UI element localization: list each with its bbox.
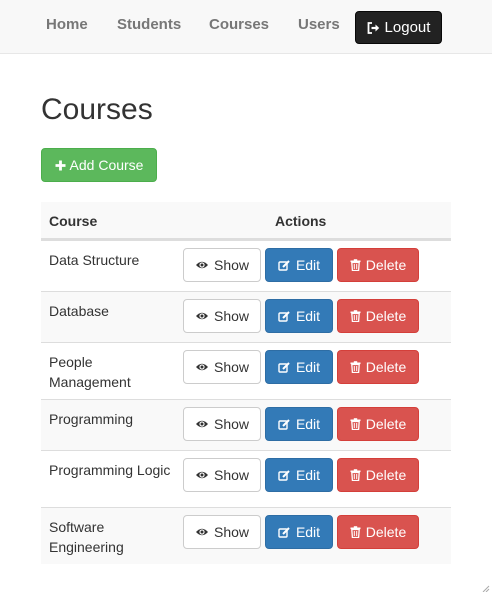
edit-label: Edit — [295, 467, 321, 483]
edit-icon — [278, 259, 291, 272]
show-label: Show — [213, 416, 250, 432]
delete-label: Delete — [365, 308, 407, 324]
show-label: Show — [213, 524, 250, 540]
delete-label: Delete — [365, 467, 407, 483]
edit-icon — [278, 361, 291, 374]
edit-button[interactable]: Edit — [265, 299, 333, 333]
nav-link-users[interactable]: Users — [298, 16, 340, 33]
trash-icon — [350, 526, 361, 538]
page-title: Courses — [41, 93, 153, 126]
show-button[interactable]: Show — [183, 407, 261, 441]
show-button[interactable]: Show — [183, 458, 261, 492]
course-name: Software Engineering — [49, 519, 124, 555]
edit-label: Edit — [295, 416, 321, 432]
show-label: Show — [213, 467, 250, 483]
edit-button[interactable]: Edit — [265, 407, 333, 441]
edit-icon — [278, 526, 291, 539]
course-name: Data Structure — [49, 252, 140, 268]
edit-button[interactable]: Edit — [265, 458, 333, 492]
edit-label: Edit — [295, 359, 321, 375]
table-row: Software Engineering Show Edit Delete — [41, 507, 451, 564]
table-row: Data Structure Show Edit Delete — [41, 240, 451, 291]
edit-label: Edit — [295, 524, 321, 540]
delete-button[interactable]: Delete — [337, 248, 419, 282]
nav-link-students[interactable]: Students — [117, 16, 181, 33]
eye-icon — [195, 260, 209, 270]
delete-label: Delete — [365, 359, 407, 375]
logout-button[interactable]: Logout — [355, 11, 442, 44]
eye-icon — [195, 362, 209, 372]
table-row: People Management Show Edit Delete — [41, 342, 451, 399]
edit-icon — [278, 310, 291, 323]
show-label: Show — [213, 257, 250, 273]
course-name: Programming Logic — [49, 462, 171, 478]
edit-icon — [278, 469, 291, 482]
logout-icon — [367, 21, 380, 34]
show-label: Show — [213, 308, 250, 324]
nav-link-home[interactable]: Home — [46, 16, 88, 33]
plus-icon — [55, 160, 66, 171]
delete-label: Delete — [365, 524, 407, 540]
edit-button[interactable]: Edit — [265, 515, 333, 549]
course-name: Database — [49, 303, 109, 319]
eye-icon — [195, 470, 209, 480]
nav-link-courses[interactable]: Courses — [209, 16, 269, 33]
trash-icon — [350, 418, 361, 430]
table-row: Database Show Edit Delete — [41, 291, 451, 342]
trash-icon — [350, 361, 361, 373]
trash-icon — [350, 310, 361, 322]
delete-button[interactable]: Delete — [337, 407, 419, 441]
show-button[interactable]: Show — [183, 350, 261, 384]
show-button[interactable]: Show — [183, 515, 261, 549]
navbar: Home Students Courses Users Logout — [0, 0, 492, 54]
delete-label: Delete — [365, 416, 407, 432]
course-name: Programming — [49, 411, 134, 427]
add-course-label: Add Course — [69, 157, 144, 173]
eye-icon — [195, 527, 209, 537]
edit-label: Edit — [295, 308, 321, 324]
add-course-button[interactable]: Add Course — [41, 148, 157, 182]
table-row: Programming Show Edit Delete — [41, 399, 451, 450]
logout-label: Logout — [384, 19, 431, 36]
edit-button[interactable]: Edit — [265, 350, 333, 384]
table-header: Course Actions — [41, 202, 451, 240]
courses-table: Course Actions Data Structure Show Edit Del… — [41, 202, 451, 564]
edit-icon — [278, 418, 291, 431]
edit-button[interactable]: Edit — [265, 248, 333, 282]
eye-icon — [195, 419, 209, 429]
delete-button[interactable]: Delete — [337, 515, 419, 549]
show-label: Show — [213, 359, 250, 375]
trash-icon — [350, 469, 361, 481]
delete-button[interactable]: Delete — [337, 350, 419, 384]
resize-grip-icon[interactable] — [480, 580, 490, 592]
edit-label: Edit — [295, 257, 321, 273]
delete-button[interactable]: Delete — [337, 299, 419, 333]
show-button[interactable]: Show — [183, 248, 261, 282]
course-name: People Management — [49, 354, 131, 390]
delete-label: Delete — [365, 257, 407, 273]
delete-button[interactable]: Delete — [337, 458, 419, 492]
header-course: Course — [49, 213, 98, 229]
show-button[interactable]: Show — [183, 299, 261, 333]
trash-icon — [350, 259, 361, 271]
table-row: Programming Logic Show Edit Delete — [41, 450, 451, 507]
eye-icon — [195, 311, 209, 321]
header-actions: Actions — [275, 213, 327, 229]
